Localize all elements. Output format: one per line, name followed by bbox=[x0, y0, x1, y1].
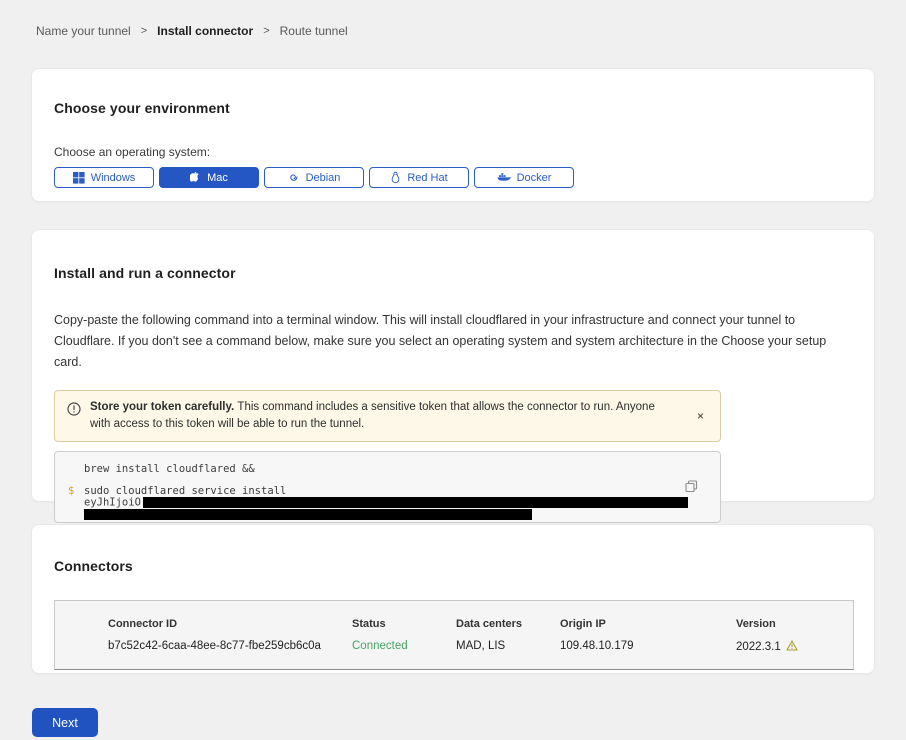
token-redaction-bar bbox=[84, 509, 532, 520]
redhat-icon bbox=[390, 171, 401, 184]
os-button-windows[interactable]: Windows bbox=[54, 167, 154, 188]
code-line-brew: brew install cloudflared && bbox=[84, 464, 706, 475]
code-line-token-2 bbox=[84, 509, 706, 521]
os-button-docker[interactable]: Docker bbox=[474, 167, 574, 188]
token-redaction-bar bbox=[143, 497, 688, 508]
docker-icon bbox=[497, 172, 511, 183]
connectors-table-header: Connector ID Status Data centers Origin … bbox=[108, 618, 853, 630]
apple-icon bbox=[190, 171, 201, 184]
header-version: Version bbox=[736, 618, 853, 630]
install-connector-title: Install and run a connector bbox=[54, 265, 852, 281]
os-button-label: Docker bbox=[517, 172, 552, 184]
install-connector-card: Install and run a connector Copy-paste t… bbox=[31, 229, 875, 502]
connector-row: b7c52c42-6caa-48ee-8c77-fbe259cb6c0a Con… bbox=[108, 640, 853, 654]
info-icon bbox=[67, 402, 81, 421]
token-prefix: eyJhIjoiO bbox=[84, 497, 141, 509]
os-button-label: Mac bbox=[207, 172, 228, 184]
connector-data-centers-value: MAD, LIS bbox=[456, 640, 560, 654]
copy-command-button[interactable] bbox=[685, 480, 698, 496]
connectors-card: Connectors Connector ID Status Data cent… bbox=[31, 524, 875, 674]
alert-text: Store your token carefully. This command… bbox=[90, 399, 682, 433]
os-button-debian[interactable]: Debian bbox=[264, 167, 364, 188]
os-button-mac[interactable]: Mac bbox=[159, 167, 259, 188]
install-command-code-block: $ brew install cloudflared && sudo cloud… bbox=[54, 451, 721, 523]
connectors-table: Connector ID Status Data centers Origin … bbox=[54, 600, 854, 670]
token-warning-alert: Store your token carefully. This command… bbox=[54, 390, 721, 442]
code-line-sudo: sudo cloudflared service install bbox=[84, 486, 706, 497]
choose-environment-title: Choose your environment bbox=[54, 100, 852, 116]
alert-title: Store your token carefully. bbox=[90, 401, 237, 413]
connector-origin-ip-value: 109.48.10.179 bbox=[560, 640, 736, 654]
alert-close-button[interactable]: × bbox=[691, 407, 710, 425]
debian-icon bbox=[288, 172, 300, 184]
breadcrumb-name-your-tunnel[interactable]: Name your tunnel bbox=[36, 24, 131, 38]
os-select-label: Choose an operating system: bbox=[54, 145, 852, 159]
header-origin-ip: Origin IP bbox=[560, 618, 736, 630]
connector-version-cell: 2022.3.1 bbox=[736, 640, 853, 654]
header-connector-id: Connector ID bbox=[108, 618, 352, 630]
breadcrumb-route-tunnel[interactable]: Route tunnel bbox=[280, 24, 348, 38]
breadcrumb-separator: > bbox=[263, 25, 269, 37]
connector-status-value: Connected bbox=[352, 640, 456, 654]
connector-version-value: 2022.3.1 bbox=[736, 641, 781, 653]
breadcrumb-separator: > bbox=[141, 25, 147, 37]
shell-prompt: $ bbox=[68, 485, 74, 497]
breadcrumb-install-connector[interactable]: Install connector bbox=[157, 24, 253, 38]
code-line-token: eyJhIjoiO bbox=[84, 497, 706, 509]
next-button[interactable]: Next bbox=[32, 708, 98, 737]
version-warning-icon bbox=[786, 640, 798, 654]
os-button-redhat[interactable]: Red Hat bbox=[369, 167, 469, 188]
header-data-centers: Data centers bbox=[456, 618, 560, 630]
windows-icon bbox=[73, 172, 85, 184]
connectors-title: Connectors bbox=[54, 558, 852, 574]
install-description: Copy-paste the following command into a … bbox=[54, 310, 852, 373]
os-button-group: Windows Mac Debian Red Hat Docker bbox=[54, 167, 852, 188]
header-status: Status bbox=[352, 618, 456, 630]
os-button-label: Debian bbox=[306, 172, 341, 184]
breadcrumb: Name your tunnel > Install connector > R… bbox=[0, 0, 906, 38]
os-button-label: Windows bbox=[91, 172, 136, 184]
connector-id-value: b7c52c42-6caa-48ee-8c77-fbe259cb6c0a bbox=[108, 640, 352, 654]
choose-environment-card: Choose your environment Choose an operat… bbox=[31, 68, 875, 202]
os-button-label: Red Hat bbox=[407, 172, 447, 184]
